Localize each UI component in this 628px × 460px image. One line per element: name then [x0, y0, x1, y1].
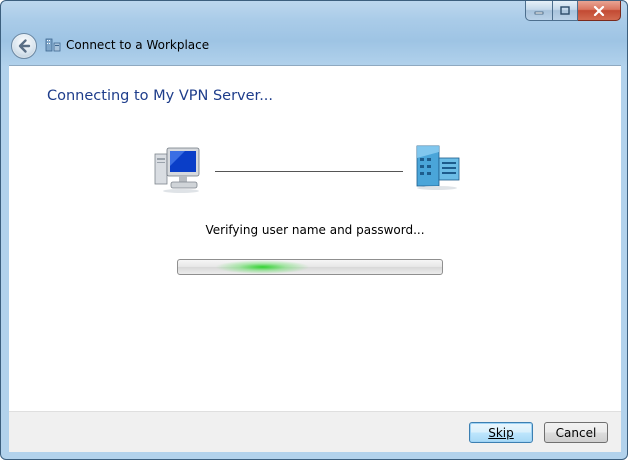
wizard-footer: Skip Cancel — [9, 411, 621, 452]
maximize-icon — [560, 6, 570, 15]
cancel-button-label: Cancel — [555, 425, 597, 440]
maximize-button[interactable] — [553, 1, 578, 21]
cancel-button[interactable]: Cancel — [544, 422, 608, 443]
wizard-content: Connecting to My VPN Server... Verifying… — [9, 65, 621, 412]
computer-icon — [154, 147, 200, 193]
progress-marquee — [214, 260, 310, 274]
back-arrow-icon — [18, 39, 31, 53]
skip-button[interactable]: Skip — [469, 422, 533, 443]
page-title: Connecting to My VPN Server... — [47, 88, 274, 104]
status-text: Verifying user name and password... — [205, 223, 425, 237]
workplace-network-icon — [45, 38, 61, 52]
window-title: Connect to a Workplace — [66, 38, 210, 52]
minimize-button[interactable] — [525, 1, 553, 21]
close-icon — [593, 5, 605, 16]
wizard-window: Connect to a Workplace Connecting to My … — [0, 0, 628, 460]
progress-bar — [177, 259, 443, 275]
skip-button-label: Skip — [488, 425, 514, 440]
caption-buttons — [525, 1, 621, 21]
close-button[interactable] — [578, 1, 621, 21]
server-icon — [416, 145, 460, 190]
back-button[interactable] — [11, 33, 37, 59]
connection-line — [215, 171, 403, 172]
minimize-icon — [534, 11, 544, 14]
